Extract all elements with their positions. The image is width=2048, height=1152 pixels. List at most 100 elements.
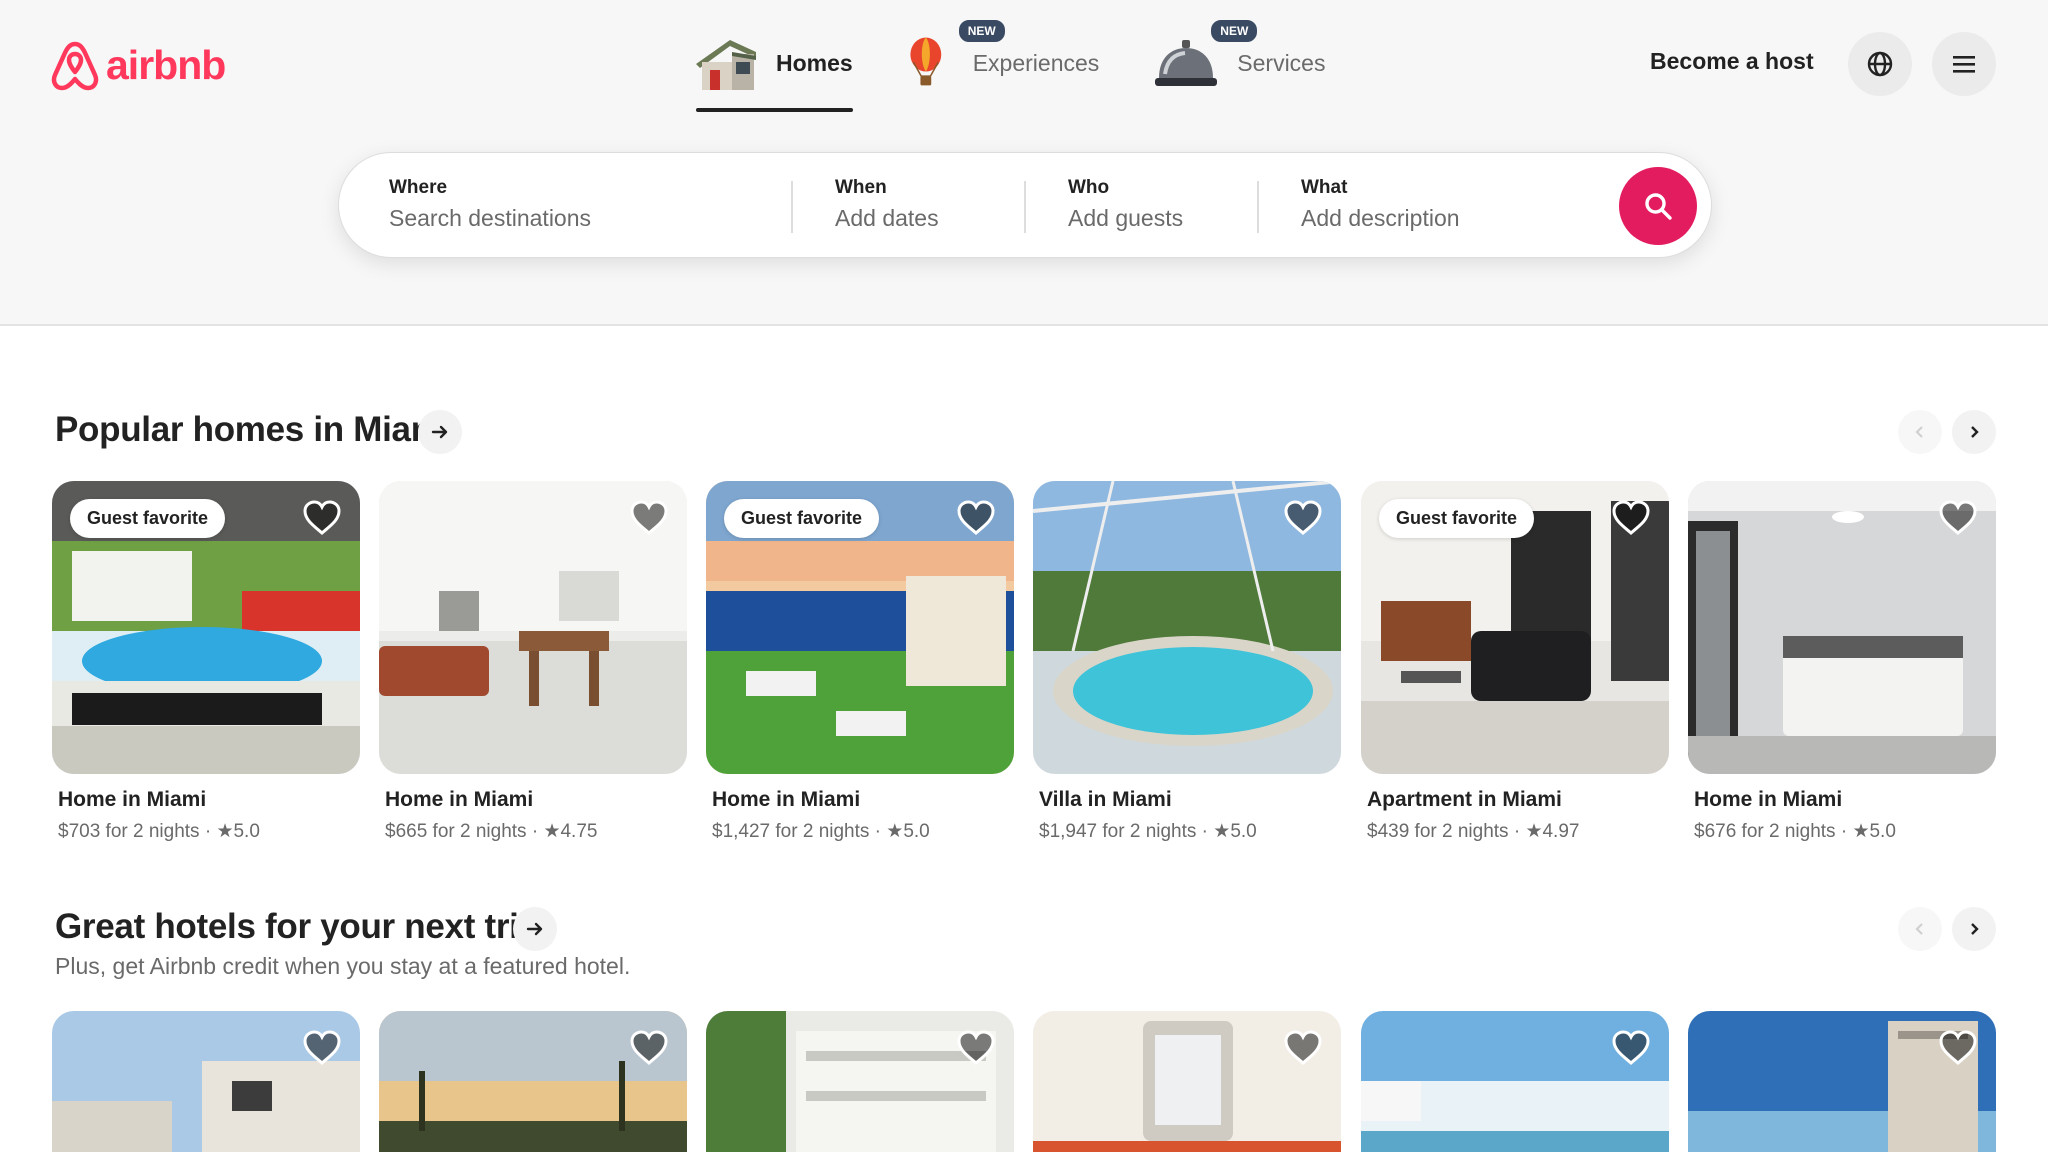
listing-title: Home in Miami (58, 788, 207, 811)
chevron-left-icon (1915, 426, 1923, 438)
heart-icon[interactable] (629, 1029, 669, 1067)
listing-rating: 5.0 (1230, 821, 1257, 842)
listing-rating: 5.0 (1869, 821, 1896, 842)
what-field[interactable]: What Add description (1301, 153, 1581, 259)
listing-photo[interactable] (1688, 481, 1996, 774)
listing-photo[interactable] (1033, 481, 1341, 774)
popular-see-all-button[interactable] (418, 410, 462, 454)
star-icon: ★ (1213, 821, 1231, 842)
search-divider (1257, 181, 1259, 233)
listing-title: Home in Miami (712, 788, 861, 811)
hotel-card-photo[interactable] (379, 1011, 687, 1152)
listing-rating: 4.75 (560, 821, 598, 842)
globe-icon (1867, 51, 1893, 77)
chevron-left-icon (1915, 923, 1923, 935)
tab-homes-label: Homes (776, 49, 853, 76)
listing-card[interactable]: Home in Miami $665 for 2 nights · ★4.75 (379, 481, 687, 843)
listing-card[interactable]: Guest favorite Home in Miami $703 for 2 … (52, 481, 360, 843)
arrow-right-icon (431, 425, 448, 439)
heart-icon[interactable] (302, 1029, 342, 1067)
listing-photo[interactable]: Guest favorite (52, 481, 360, 774)
listing-price: $703 for 2 nights (58, 821, 200, 842)
listing-price: $439 for 2 nights (1367, 821, 1509, 842)
listing-price: $665 for 2 nights (385, 821, 527, 842)
search-button[interactable] (1619, 167, 1697, 245)
hotels-prev-button[interactable] (1898, 907, 1942, 951)
heart-icon[interactable] (302, 499, 342, 537)
listing-rating: 4.97 (1542, 821, 1580, 842)
hotels-next-button[interactable] (1952, 907, 1996, 951)
popular-next-button[interactable] (1952, 410, 1996, 454)
chevron-right-icon (1971, 923, 1979, 935)
hotel-card-photo[interactable] (706, 1011, 1014, 1152)
hotels-subtitle: Plus, get Airbnb credit when you stay at… (55, 953, 631, 979)
hotel-card-photo[interactable] (52, 1011, 360, 1152)
search-divider (791, 181, 793, 233)
heart-icon[interactable] (1938, 499, 1978, 537)
heart-icon[interactable] (956, 1029, 996, 1067)
star-icon: ★ (543, 821, 561, 842)
listing-rating: 5.0 (233, 821, 260, 842)
listing-photo[interactable]: Guest favorite (1361, 481, 1669, 774)
search-icon (1645, 193, 1672, 220)
heart-icon[interactable] (956, 499, 996, 537)
heart-icon[interactable] (1283, 1029, 1323, 1067)
heart-icon[interactable] (1938, 1029, 1978, 1067)
category-tabs: Homes NEW Experiences NEW Services (690, 18, 1377, 112)
listing-photo[interactable] (379, 481, 687, 774)
listing-title: Villa in Miami (1039, 788, 1172, 811)
where-field[interactable]: Where Search destinations (389, 153, 789, 259)
guest-favorite-badge: Guest favorite (70, 499, 226, 538)
new-badge: NEW (1209, 18, 1260, 44)
listing-card[interactable]: Villa in Miami $1,947 for 2 nights · ★5.… (1033, 481, 1341, 843)
hotel-card-photo[interactable] (1361, 1011, 1669, 1152)
listing-price-rating: $703 for 2 nights · ★5.0 (58, 821, 260, 842)
star-icon: ★ (216, 821, 234, 842)
tab-experiences[interactable]: NEW Experiences (905, 18, 1100, 98)
heart-icon[interactable] (1611, 1029, 1651, 1067)
listing-card[interactable]: Home in Miami $676 for 2 nights · ★5.0 (1688, 481, 1996, 843)
main-menu-button[interactable] (1932, 32, 1996, 96)
tab-homes[interactable]: Homes (690, 28, 853, 112)
when-field[interactable]: When Add dates (835, 153, 1015, 259)
listing-price-rating: $676 for 2 nights · ★5.0 (1694, 821, 1896, 842)
tab-services[interactable]: NEW Services (1151, 18, 1326, 98)
where-input[interactable]: Search destinations (389, 205, 789, 232)
listing-price: $1,427 for 2 nights (712, 821, 870, 842)
airbnb-logo-icon (51, 41, 99, 91)
airbnb-logo[interactable]: airbnb (50, 38, 226, 92)
guest-favorite-badge: Guest favorite (1379, 499, 1535, 538)
tab-experiences-label: Experiences (972, 49, 1100, 76)
popular-prev-button[interactable] (1898, 410, 1942, 454)
guest-favorite-badge: Guest favorite (724, 499, 880, 538)
listing-title: Apartment in Miami (1367, 788, 1562, 811)
listing-card[interactable]: Guest favorite Home in Miami $1,427 for … (706, 481, 1014, 843)
where-label: Where (389, 177, 448, 198)
listing-price-rating: $439 for 2 nights · ★4.97 (1367, 821, 1580, 842)
who-field[interactable]: Who Add guests (1068, 153, 1248, 259)
when-input[interactable]: Add dates (835, 205, 1015, 232)
what-input[interactable]: Add description (1301, 205, 1581, 232)
language-button[interactable] (1848, 32, 1912, 96)
house-icon (696, 40, 756, 90)
become-host-link[interactable]: Become a host (1650, 48, 1814, 75)
listing-price: $676 for 2 nights (1694, 821, 1836, 842)
listing-card[interactable]: Guest favorite Apartment in Miami $439 f… (1361, 481, 1669, 843)
who-label: Who (1068, 177, 1110, 198)
search-bar: Where Search destinations When Add dates… (338, 152, 1712, 258)
heart-icon[interactable] (1611, 499, 1651, 537)
listing-price: $1,947 for 2 nights (1039, 821, 1197, 842)
logo-text: airbnb (106, 41, 226, 88)
who-input[interactable]: Add guests (1068, 205, 1248, 232)
hotels-see-all-button[interactable] (513, 907, 557, 951)
hot-air-balloon-icon (910, 37, 941, 86)
hotel-card-photo[interactable] (1033, 1011, 1341, 1152)
hotel-card-photo[interactable] (1688, 1011, 1996, 1152)
listing-title: Home in Miami (385, 788, 534, 811)
tab-services-label: Services (1237, 49, 1326, 76)
heart-icon[interactable] (1283, 499, 1323, 537)
heart-icon[interactable] (629, 499, 669, 537)
listing-photo[interactable]: Guest favorite (706, 481, 1014, 774)
when-label: When (835, 177, 887, 198)
listing-price-rating: $665 for 2 nights · ★4.75 (385, 821, 598, 842)
